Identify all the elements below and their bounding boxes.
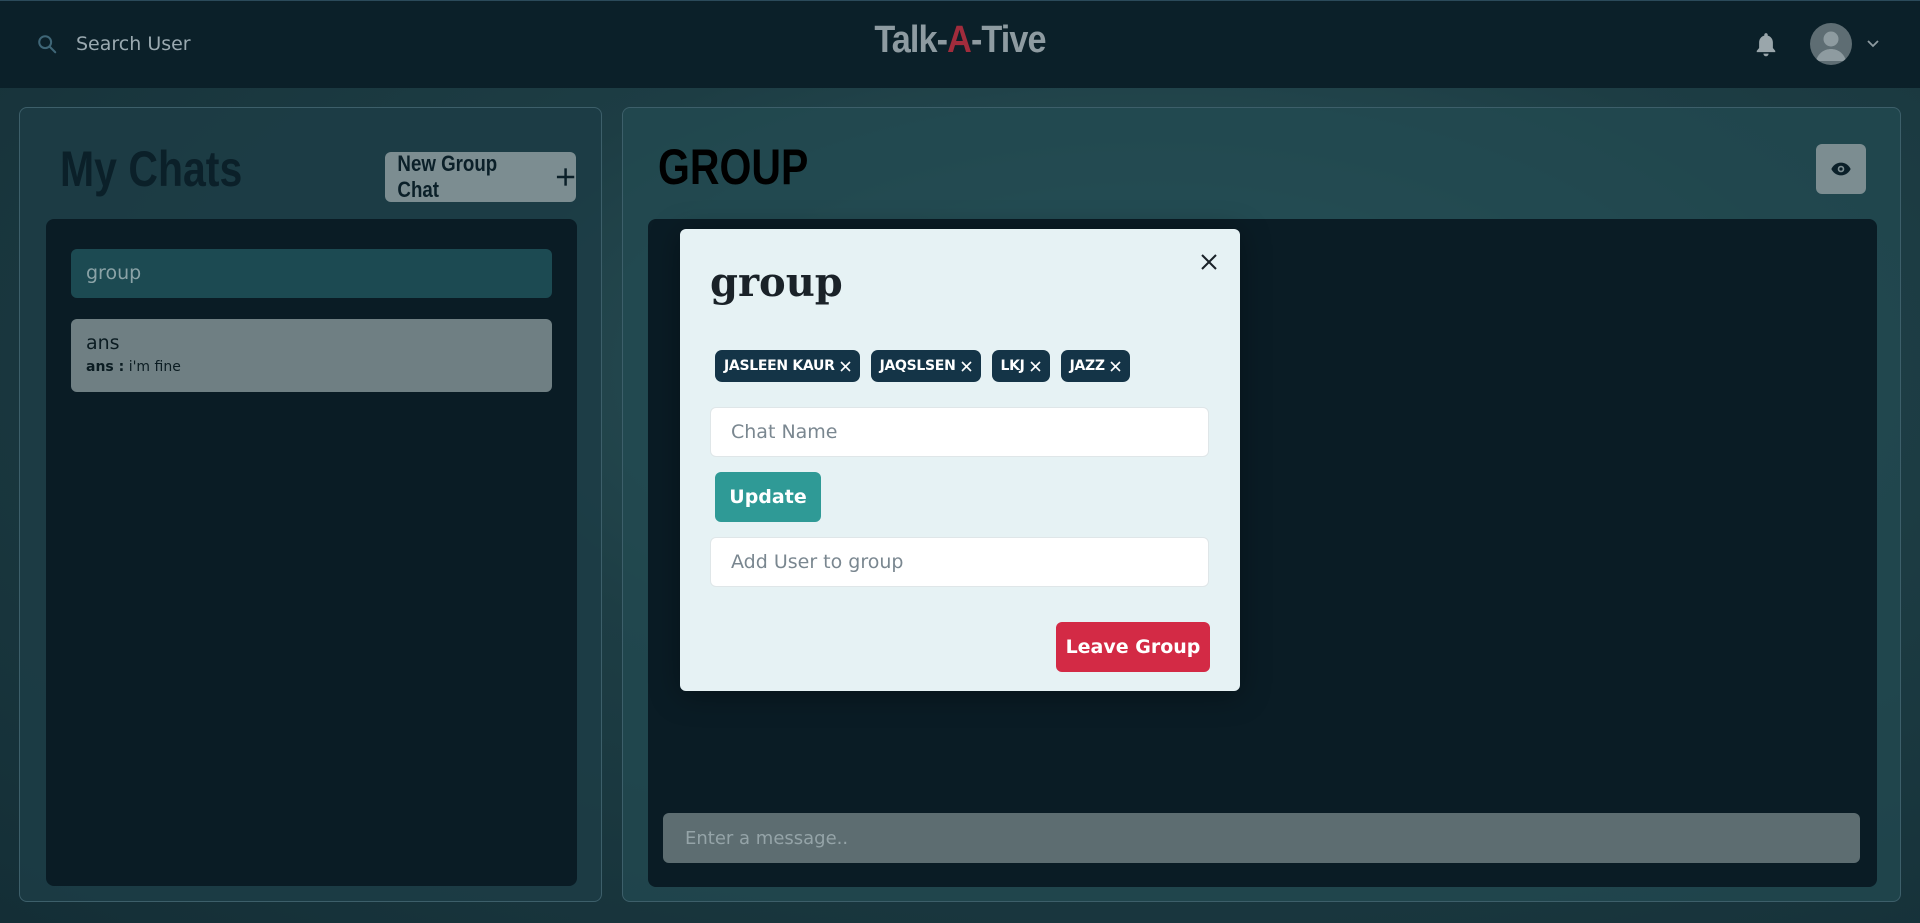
update-group-modal: group JASLEEN KAUR JAQSLSEN LKJ JAZZ Upd… [680, 229, 1240, 691]
member-tag[interactable]: JAQSLSEN [870, 350, 981, 382]
my-chats-title: My Chats [60, 141, 243, 197]
add-user-input[interactable] [710, 537, 1209, 587]
member-tag[interactable]: JASLEEN KAUR [715, 350, 860, 382]
bell-icon[interactable] [1753, 31, 1779, 59]
update-button[interactable]: Update [715, 472, 821, 522]
leave-group-button[interactable]: Leave Group [1056, 622, 1210, 672]
close-icon[interactable] [1110, 360, 1121, 372]
close-icon[interactable] [1030, 360, 1041, 372]
close-icon[interactable] [840, 360, 851, 372]
last-message-sender: ans : [86, 359, 125, 375]
member-tag[interactable]: LKJ [991, 350, 1050, 382]
chat-title: GROUP [658, 139, 809, 195]
app-logo: Talk-A-Tive [96, 19, 1824, 62]
last-message-text: i'm fine [128, 359, 181, 375]
chat-list: group ans ans : i'm fine [46, 219, 577, 886]
search-icon [38, 35, 57, 54]
chat-item-ans[interactable]: ans ans : i'm fine [71, 319, 552, 392]
chat-item-name: group [86, 262, 142, 284]
member-tag-name: JASLEEN KAUR [724, 358, 835, 374]
top-bar: Search User Talk-A-Tive [0, 0, 1920, 88]
brand-prefix: Talk- [874, 19, 948, 61]
message-input[interactable] [663, 813, 1860, 863]
chat-name-input[interactable] [710, 407, 1209, 457]
chat-item-name: ans [86, 332, 120, 354]
close-icon [1201, 254, 1217, 270]
member-tag-name: LKJ [1000, 358, 1025, 374]
member-tag-name: JAZZ [1069, 358, 1105, 374]
close-icon[interactable] [960, 360, 972, 372]
view-group-details-button[interactable] [1816, 144, 1866, 194]
brand-suffix: -Tive [970, 19, 1047, 61]
member-tag-name: JAQSLSEN [879, 358, 956, 374]
member-tag[interactable]: JAZZ [1060, 350, 1130, 382]
new-group-chat-button[interactable]: New Group Chat [385, 151, 576, 202]
chat-item-group[interactable]: group [71, 249, 552, 298]
group-members-list: JASLEEN KAUR JAQSLSEN LKJ JAZZ [715, 350, 1141, 382]
brand-accent: A [947, 19, 972, 61]
new-group-chat-label: New Group Chat [397, 151, 498, 202]
profile-menu-button[interactable] [1810, 23, 1880, 65]
my-chats-panel: My Chats New Group Chat group ans ans : … [19, 107, 602, 902]
chat-item-preview: ans : i'm fine [86, 359, 537, 375]
chevron-down-icon [1867, 40, 1879, 48]
plus-icon [556, 168, 575, 186]
modal-title: group [710, 259, 843, 306]
eye-icon [1831, 162, 1851, 176]
user-avatar-icon [1810, 23, 1852, 65]
modal-close-button[interactable] [1194, 247, 1224, 277]
